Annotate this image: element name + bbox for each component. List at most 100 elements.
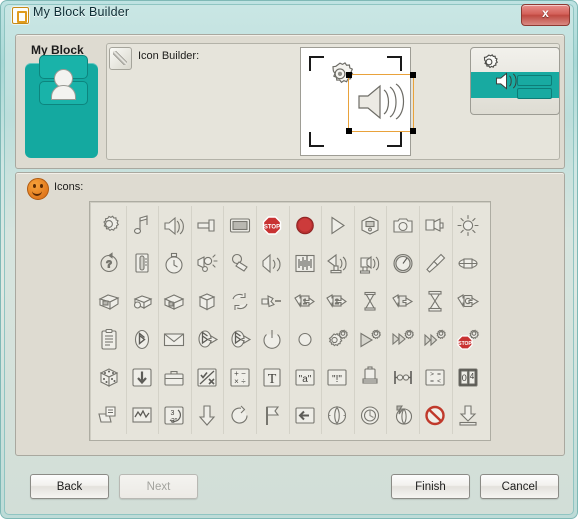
icon-cell-range-icon[interactable] bbox=[386, 358, 420, 396]
icon-cell-left-arrow-icon[interactable] bbox=[289, 396, 323, 434]
icon-cell-play-icon[interactable] bbox=[321, 206, 355, 244]
icon-cell-motor-stop-icon[interactable] bbox=[386, 396, 420, 434]
icon-cell-music-note-icon[interactable] bbox=[126, 206, 160, 244]
resize-handle-bl[interactable] bbox=[346, 128, 352, 134]
icon-cell-send-icon[interactable] bbox=[256, 282, 290, 320]
canvas-corner-tl bbox=[309, 56, 324, 71]
icon-cell-sound-wave-icon[interactable] bbox=[256, 244, 290, 282]
icon-cell-lamp-icon[interactable] bbox=[419, 206, 453, 244]
icon-cell-file-access-icon[interactable] bbox=[93, 396, 127, 434]
back-button[interactable]: Back bbox=[30, 474, 109, 499]
icon-cell-power-icon[interactable] bbox=[256, 320, 290, 358]
icon-cell-down-arrow-icon[interactable] bbox=[126, 358, 160, 396]
icon-cell-dial-icon[interactable] bbox=[386, 244, 420, 282]
close-button[interactable]: x bbox=[521, 4, 570, 26]
icon-cell-text-t-icon[interactable]: T bbox=[256, 358, 290, 396]
icon-cell-briefcase-icon[interactable] bbox=[158, 358, 192, 396]
icon-cell-data-out-icon[interactable]: 2 bbox=[321, 282, 355, 320]
icon-cell-rotate-icon[interactable] bbox=[223, 396, 257, 434]
microphone-icon bbox=[359, 255, 380, 274]
question-loop-icon: ? bbox=[100, 251, 118, 272]
icon-cell-no-entry-icon[interactable] bbox=[419, 396, 453, 434]
icon-cell-circle-icon[interactable] bbox=[289, 320, 323, 358]
svg-text:?: ? bbox=[106, 259, 112, 270]
icon-cell-camera-icon[interactable] bbox=[386, 206, 420, 244]
gear-icon bbox=[103, 215, 120, 231]
icon-cell-bluetooth-receive-icon[interactable] bbox=[223, 320, 257, 358]
icon-cell-bluetooth-send-icon[interactable] bbox=[191, 320, 225, 358]
icon-cell-flashlight-icon[interactable] bbox=[191, 206, 225, 244]
icon-cell-battery-icon[interactable] bbox=[354, 358, 388, 396]
icon-cell-arrow-down-icon[interactable] bbox=[191, 396, 225, 434]
icon-cell-gear-icon[interactable] bbox=[93, 206, 127, 244]
resize-handle-br[interactable] bbox=[410, 128, 416, 134]
icon-cell-stop-sign-icon[interactable]: STOP bbox=[256, 206, 290, 244]
clipboard-icon bbox=[101, 328, 117, 350]
icon-cell-thermometer-icon[interactable] bbox=[126, 244, 160, 282]
flashlight-icon bbox=[197, 218, 215, 232]
icon-cell-download-icon[interactable] bbox=[452, 396, 485, 434]
icon-cell-brick-roller-icon[interactable] bbox=[126, 282, 160, 320]
icon-cell-nxt-brick-icon[interactable] bbox=[354, 206, 388, 244]
svg-text:>: > bbox=[430, 371, 434, 378]
icon-cell-logic-icon[interactable] bbox=[191, 358, 225, 396]
data-in-icon: 1 bbox=[294, 293, 315, 308]
icon-cell-microphone-icon[interactable] bbox=[354, 244, 388, 282]
resize-handle-tl[interactable] bbox=[346, 72, 352, 78]
resize-handle-tr[interactable] bbox=[410, 72, 416, 78]
icon-cell-compare-icon[interactable]: > = = < bbox=[419, 358, 453, 396]
icon-cell-sun-icon[interactable] bbox=[452, 206, 485, 244]
svg-text:<: < bbox=[437, 378, 441, 385]
icon-cell-motor-icon[interactable] bbox=[452, 244, 485, 282]
text-t-icon: T bbox=[263, 367, 281, 387]
icon-cell-number-icon[interactable]: 04 bbox=[452, 358, 485, 396]
icon-cell-display-icon[interactable] bbox=[223, 206, 257, 244]
icon-cell-dice-icon[interactable] bbox=[93, 358, 127, 396]
icon-cell-light-sensor-icon[interactable] bbox=[191, 244, 225, 282]
icon-cell-cube-icon[interactable] bbox=[191, 282, 225, 320]
icon-cell-bluetooth-icon[interactable] bbox=[126, 320, 160, 358]
icon-cell-fast-forward-gear-icon[interactable] bbox=[419, 320, 453, 358]
icon-cell-motor-rotate-icon[interactable] bbox=[321, 396, 355, 434]
icon-cell-sound-sensor-icon[interactable] bbox=[223, 244, 257, 282]
icon-cell-gears-icon[interactable] bbox=[321, 320, 355, 358]
finish-button[interactable]: Finish bbox=[391, 474, 470, 499]
icon-cell-forward-gear-icon[interactable] bbox=[386, 320, 420, 358]
icon-cell-envelope-icon[interactable] bbox=[158, 320, 192, 358]
icon-builder-label: Icon Builder: bbox=[138, 50, 200, 62]
title-bar[interactable]: My Block Builder x bbox=[1, 1, 578, 27]
cancel-button[interactable]: Cancel bbox=[480, 474, 559, 499]
speaker-icon[interactable] bbox=[353, 79, 409, 125]
icon-cell-red-button-icon[interactable] bbox=[289, 206, 323, 244]
icon-cell-file-send-icon[interactable] bbox=[452, 282, 485, 320]
icon-grid: STOP? 12 STOP +−×÷ T "a""!" >==<04 33" bbox=[89, 201, 491, 441]
stop-gear-icon: STOP bbox=[457, 329, 479, 350]
icon-cell-stop-gear-icon[interactable]: STOP bbox=[452, 320, 485, 358]
icon-cell-play-gear-icon[interactable] bbox=[354, 320, 388, 358]
icon-cell-brick-closed-icon[interactable] bbox=[158, 282, 192, 320]
icon-cell-string-excl-icon[interactable]: "!" bbox=[321, 358, 355, 396]
icon-cell-motor-reset-icon[interactable] bbox=[354, 396, 388, 434]
icon-cell-graph-icon[interactable] bbox=[126, 396, 160, 434]
icon-cell-math-icon[interactable]: + − × ÷ bbox=[223, 358, 257, 396]
rotate-icon bbox=[231, 405, 248, 424]
icon-cell-flag-icon[interactable] bbox=[256, 396, 290, 434]
icon-cell-data-in-icon[interactable]: 1 bbox=[289, 282, 323, 320]
icon-cell-question-loop-icon[interactable]: ? bbox=[93, 244, 127, 282]
icon-cell-hourglass-icon[interactable] bbox=[419, 282, 453, 320]
icon-cell-speaker-icon[interactable] bbox=[158, 206, 192, 244]
icon-cell-string-a-icon[interactable]: "a" bbox=[289, 358, 323, 396]
icon-cell-text-send-icon[interactable] bbox=[386, 282, 420, 320]
icon-cell-satellite-icon[interactable] bbox=[321, 244, 355, 282]
circle-icon bbox=[298, 332, 312, 346]
icon-cell-brick-open-icon[interactable] bbox=[93, 282, 127, 320]
icon-cell-duration-icon[interactable]: 3 3" bbox=[158, 396, 192, 434]
icon-builder-canvas[interactable] bbox=[300, 47, 416, 156]
number-icon: 04 bbox=[458, 367, 478, 387]
icon-cell-stopwatch-icon[interactable] bbox=[158, 244, 192, 282]
icon-cell-loop-arrows-icon[interactable] bbox=[223, 282, 257, 320]
icon-cell-clipboard-icon[interactable] bbox=[93, 320, 127, 358]
icon-cell-waveform-icon[interactable] bbox=[289, 244, 323, 282]
icon-cell-hourglass-small-icon[interactable] bbox=[354, 282, 388, 320]
icon-cell-screwdriver-icon[interactable] bbox=[419, 244, 453, 282]
